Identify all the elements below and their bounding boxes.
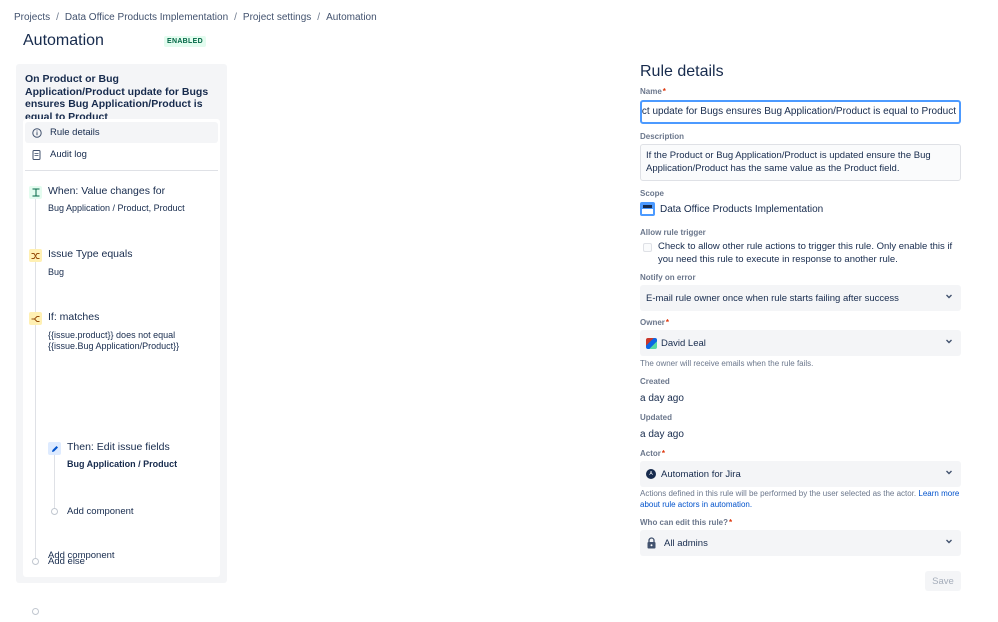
if-detail-line1: {{issue.product}} does not equal <box>48 330 176 340</box>
chevron-down-icon <box>945 537 953 547</box>
actor-helper: Actions defined in this rule will be per… <box>640 489 961 510</box>
created-value: a day ago <box>640 393 684 404</box>
name-label: Name* <box>640 87 666 96</box>
actor-select[interactable]: A Automation for Jira <box>640 461 961 487</box>
breadcrumb-project-settings[interactable]: Project settings <box>243 12 311 23</box>
jira-automation-icon: A <box>646 469 656 479</box>
document-icon <box>31 149 42 160</box>
divider <box>25 170 218 171</box>
scope-value-text: Data Office Products Implementation <box>660 203 824 215</box>
notify-label: Notify on error <box>640 273 696 282</box>
condition-title[interactable]: Issue Type equals <box>48 248 132 260</box>
nav-audit-log[interactable]: Audit log <box>25 144 218 165</box>
notify-value: E-mail rule owner once when rule starts … <box>646 292 899 304</box>
allow-trigger-label: Allow rule trigger <box>640 228 706 237</box>
created-label: Created <box>640 377 670 386</box>
breadcrumb-separator: / <box>234 12 237 23</box>
nav-rule-details-label: Rule details <box>50 127 100 138</box>
save-button[interactable]: Save <box>925 571 961 591</box>
project-logo-icon <box>640 202 655 216</box>
description-label: Description <box>640 132 685 141</box>
owner-helper: The owner will receive emails when the r… <box>640 359 814 368</box>
breadcrumb-automation[interactable]: Automation <box>326 12 377 23</box>
avatar <box>646 337 657 349</box>
scope-value: Data Office Products Implementation <box>640 202 823 216</box>
breadcrumb-projects[interactable]: Projects <box>14 12 50 23</box>
nav-audit-log-label: Audit log <box>50 149 87 160</box>
breadcrumb-project[interactable]: Data Office Products Implementation <box>65 12 228 23</box>
action-detail: Bug Application / Product <box>67 459 178 469</box>
scope-label: Scope <box>640 189 665 198</box>
description-textarea[interactable]: If the Product or Bug Application/Produc… <box>640 144 961 181</box>
updated-label: Updated <box>640 413 672 422</box>
owner-select[interactable]: David Leal <box>640 330 961 356</box>
allow-trigger-text: Check to allow other rule actions to tri… <box>658 241 953 265</box>
flow-line <box>35 191 36 563</box>
branch-line <box>54 449 55 514</box>
notify-select[interactable]: E-mail rule owner once when rule starts … <box>640 285 961 311</box>
if-title[interactable]: If: matches <box>48 311 99 323</box>
add-component-dot-icon <box>32 608 39 615</box>
info-icon <box>31 127 42 138</box>
rule-name: On Product or Bug Application/Product up… <box>25 73 209 123</box>
shuffle-icon <box>29 249 42 262</box>
add-component-outer-button[interactable]: Add component <box>48 550 115 561</box>
trigger-title[interactable]: When: Value changes for <box>48 185 165 197</box>
if-detail-line2: {{issue.Bug Application/Product}} <box>48 341 180 351</box>
add-else-dot-icon <box>32 558 39 565</box>
editors-value: All admins <box>664 537 708 549</box>
form-title: Rule details <box>640 63 724 80</box>
chevron-down-icon <box>945 468 953 478</box>
chevron-down-icon <box>945 337 953 347</box>
rule-sidebar: On Product or Bug Application/Product up… <box>16 64 227 615</box>
editors-select[interactable]: All admins <box>640 530 961 556</box>
actor-value: Automation for Jira <box>661 468 741 480</box>
updated-value: a day ago <box>640 429 684 440</box>
condition-detail: Bug <box>48 267 65 277</box>
add-component-inner-button[interactable]: Add component <box>67 506 134 517</box>
lock-icon <box>646 537 657 549</box>
status-badge: ENABLED <box>164 36 206 47</box>
editors-label: Who can edit this rule?* <box>640 518 733 527</box>
trigger-detail: Bug Application / Product, Product <box>48 203 185 213</box>
action-title[interactable]: Then: Edit issue fields <box>67 441 170 453</box>
owner-value: David Leal <box>661 337 706 349</box>
branch-icon <box>29 312 42 325</box>
name-input[interactable]: On Product or Bug Application/Product up… <box>640 100 961 124</box>
nav-rule-details[interactable]: Rule details <box>25 122 218 143</box>
breadcrumb-separator: / <box>56 12 59 23</box>
chevron-down-icon <box>945 292 953 302</box>
add-component-dot-icon <box>51 508 58 515</box>
page-title: Automation <box>23 32 104 49</box>
owner-label: Owner* <box>640 318 670 327</box>
actor-label: Actor* <box>640 449 666 458</box>
pencil-icon <box>48 442 61 455</box>
trigger-icon <box>29 186 42 199</box>
allow-trigger-checkbox[interactable] <box>643 243 652 252</box>
rule-components-panel: Rule details Audit log When: Value chang… <box>23 119 220 615</box>
actor-helper-text: Actions defined in this rule will be per… <box>640 489 917 498</box>
breadcrumb-separator: / <box>317 12 321 23</box>
breadcrumb: Projects / Data Office Products Implemen… <box>14 12 377 23</box>
